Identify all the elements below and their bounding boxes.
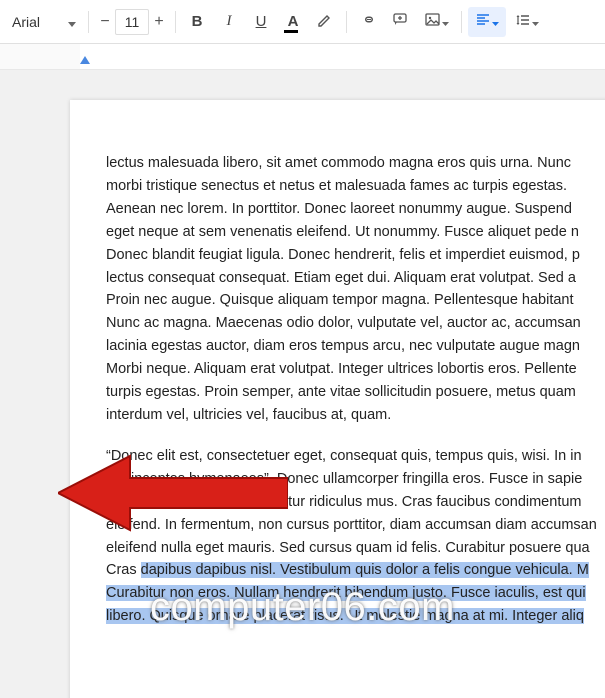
highlight-icon xyxy=(317,12,333,32)
align-left-icon xyxy=(475,12,491,32)
chevron-down-icon xyxy=(442,13,449,30)
separator xyxy=(346,11,347,33)
chevron-down-icon xyxy=(532,13,539,30)
font-family-select[interactable]: Arial xyxy=(6,10,82,34)
paragraph[interactable]: “Donec elit est, consectetuer eget, cons… xyxy=(106,445,605,628)
indent-marker[interactable] xyxy=(80,56,90,64)
line-spacing-button[interactable] xyxy=(508,7,546,37)
italic-button[interactable]: I xyxy=(214,7,244,37)
selected-text[interactable]: dapibus dapibus nisl. Vestibulum quis do… xyxy=(106,562,589,624)
font-size-input[interactable]: 11 xyxy=(115,9,149,35)
comment-icon xyxy=(392,11,409,32)
separator xyxy=(88,11,89,33)
paragraph[interactable]: lectus malesuada libero, sit amet commod… xyxy=(106,152,605,427)
document-body[interactable]: lectus malesuada libero, sit amet commod… xyxy=(106,152,605,628)
line-spacing-icon xyxy=(515,12,531,32)
insert-link-button[interactable] xyxy=(353,7,383,37)
bold-button[interactable]: B xyxy=(182,7,212,37)
document-page[interactable]: lectus malesuada libero, sit amet commod… xyxy=(70,100,605,698)
chevron-down-icon xyxy=(492,13,499,30)
text-run[interactable]: “Donec elit est, consectetuer eget, cons… xyxy=(106,448,597,579)
insert-image-button[interactable] xyxy=(417,7,455,37)
highlight-color-button[interactable] xyxy=(310,7,340,37)
text-color-icon: A xyxy=(288,13,299,30)
font-size-group: − 11 + xyxy=(95,9,169,35)
text-color-button[interactable]: A xyxy=(278,7,308,37)
font-size-decrease-button[interactable]: − xyxy=(95,9,115,35)
image-icon xyxy=(424,11,441,32)
link-icon xyxy=(360,11,377,32)
font-family-label: Arial xyxy=(12,14,40,30)
separator xyxy=(461,11,462,33)
underline-button[interactable]: U xyxy=(246,7,276,37)
font-size-increase-button[interactable]: + xyxy=(149,9,169,35)
ruler[interactable] xyxy=(0,44,605,70)
insert-comment-button[interactable] xyxy=(385,7,415,37)
chevron-down-icon xyxy=(68,14,76,30)
text-color-swatch xyxy=(284,30,298,33)
separator xyxy=(175,11,176,33)
toolbar: Arial − 11 + B I U A xyxy=(0,0,605,44)
document-canvas: lectus malesuada libero, sit amet commod… xyxy=(0,70,605,698)
align-button[interactable] xyxy=(468,7,506,37)
